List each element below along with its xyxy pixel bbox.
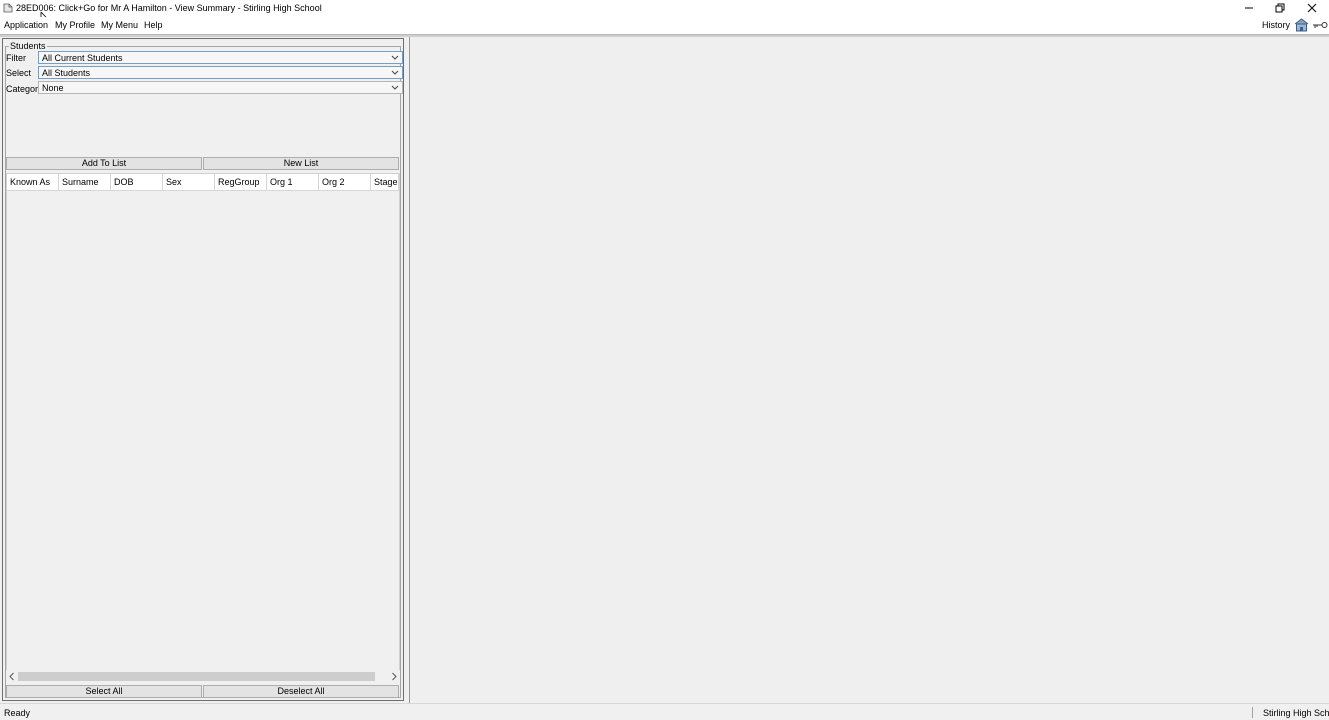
- close-button[interactable]: [1297, 0, 1327, 16]
- horizontal-scrollbar[interactable]: [6, 670, 400, 683]
- home-icon[interactable]: [1294, 18, 1309, 32]
- menu-my-profile[interactable]: My Profile: [55, 20, 95, 30]
- select-label: Select: [6, 68, 32, 78]
- scrollbar-thumb[interactable]: [18, 672, 375, 681]
- column-known-as[interactable]: Known As: [7, 174, 59, 191]
- menu-bar: Application My Profile My Menu Help Hist…: [0, 17, 1329, 34]
- filter-value: All Current Students: [42, 53, 123, 63]
- chevron-right-icon[interactable]: [390, 672, 398, 681]
- history-link[interactable]: History: [1262, 20, 1290, 30]
- status-bar: Ready Stirling High School: [0, 703, 1329, 720]
- add-to-list-button[interactable]: Add To List: [6, 157, 202, 170]
- status-separator: [1252, 707, 1253, 718]
- restore-button[interactable]: [1265, 0, 1295, 16]
- chevron-down-icon: [391, 85, 399, 90]
- column-sex[interactable]: Sex: [163, 174, 215, 191]
- new-list-button[interactable]: New List: [203, 157, 399, 170]
- status-school-name: Stirling High School: [1263, 708, 1329, 718]
- select-all-button[interactable]: Select All: [6, 685, 202, 698]
- column-dob[interactable]: DOB: [111, 174, 163, 191]
- column-surname[interactable]: Surname: [59, 174, 111, 191]
- main-area: Students Filter All Current Students Sel…: [0, 37, 1329, 703]
- close-icon: [1307, 3, 1317, 13]
- key-icon[interactable]: [1313, 21, 1328, 29]
- chevron-down-icon: [391, 55, 399, 60]
- category-value: None: [42, 83, 64, 93]
- deselect-all-button[interactable]: Deselect All: [203, 685, 399, 698]
- chevron-down-icon: [391, 70, 399, 75]
- column-reggroup[interactable]: RegGroup: [215, 174, 267, 191]
- students-legend: Students: [10, 41, 46, 51]
- restore-icon: [1275, 3, 1285, 13]
- window-title: 28ED006: Click+Go for Mr A Hamilton - Vi…: [16, 3, 322, 13]
- category-dropdown[interactable]: None: [38, 81, 403, 94]
- chevron-left-icon[interactable]: [8, 672, 16, 681]
- status-text: Ready: [4, 708, 31, 718]
- select-dropdown[interactable]: All Students: [38, 66, 403, 79]
- students-table[interactable]: Known As Surname DOB Sex RegGroup Org 1 …: [6, 173, 400, 683]
- document-icon: [3, 3, 13, 13]
- minimize-icon: [1245, 7, 1253, 9]
- filter-dropdown[interactable]: All Current Students: [38, 51, 403, 64]
- select-value: All Students: [42, 68, 91, 78]
- minimize-button[interactable]: [1234, 0, 1264, 16]
- column-stage[interactable]: Stage: [371, 174, 399, 191]
- menu-application[interactable]: Application: [4, 20, 48, 30]
- student-selector-pane: Students Filter All Current Students Sel…: [2, 38, 404, 701]
- summary-content-pane: [409, 37, 1329, 703]
- column-org-2[interactable]: Org 2: [319, 174, 371, 191]
- menu-my-menu[interactable]: My Menu: [101, 20, 138, 30]
- column-org-1[interactable]: Org 1: [267, 174, 319, 191]
- table-header: Known As Surname DOB Sex RegGroup Org 1 …: [7, 174, 399, 191]
- title-bar: 28ED006: Click+Go for Mr A Hamilton - Vi…: [0, 0, 1329, 25]
- menu-help[interactable]: Help: [144, 20, 163, 30]
- filter-label: Filter: [6, 53, 26, 63]
